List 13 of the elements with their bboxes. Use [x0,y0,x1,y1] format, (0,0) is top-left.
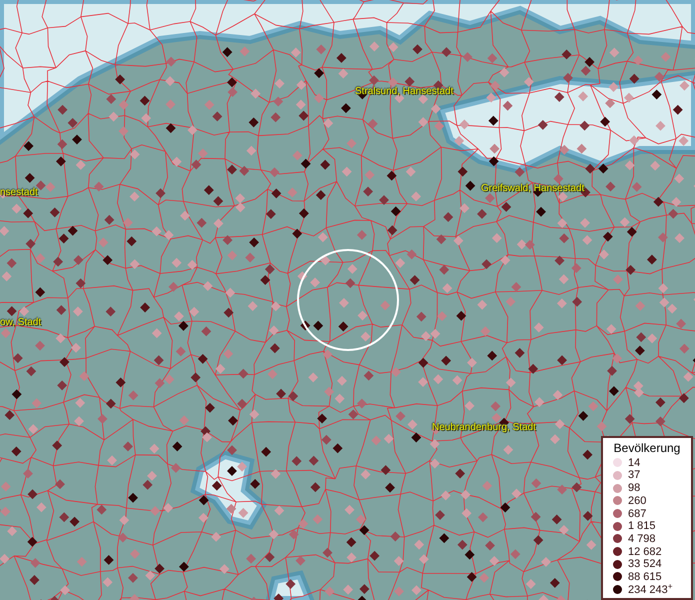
legend-label: 12 682 [628,546,662,558]
legend-label: 260 [628,494,646,507]
legend-label: 4 798 [628,532,656,545]
legend-label: 14 [628,456,640,469]
legend-label: 37 [628,469,640,482]
legend-label: 98 [628,482,640,494]
legend-label: 687 [628,508,646,520]
legend-title: Bevölkerung [612,441,682,456]
legend-label: 1 815 [628,520,656,532]
legend-label: 234 243$^{+}$ [628,584,673,596]
legend-label: 33 524 [628,558,662,570]
place-label: ow, Stadt [0,317,42,329]
legend-label: 88 615 [628,570,662,583]
